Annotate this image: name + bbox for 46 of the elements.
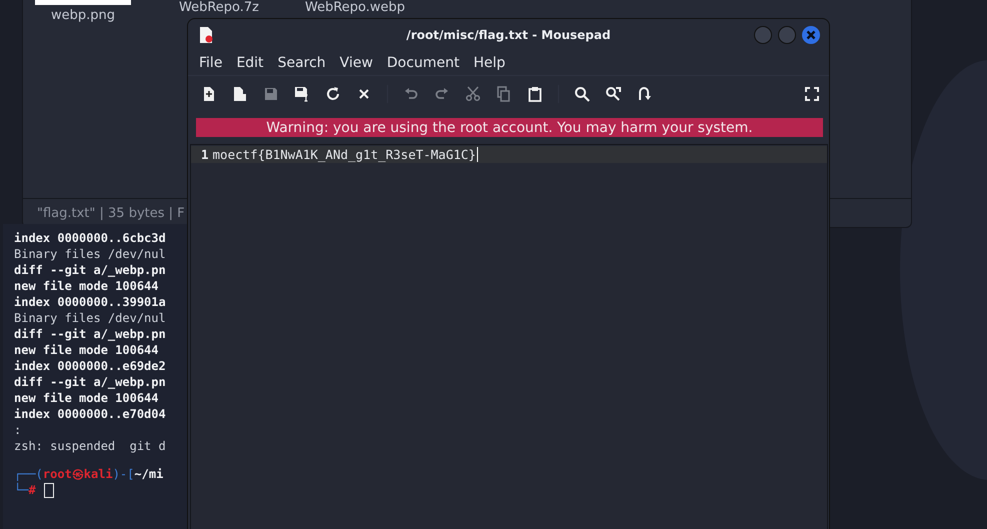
menu-item[interactable]: Search: [278, 55, 326, 71]
terminal-line: Binary files /dev/nul: [14, 246, 167, 262]
editor-text: moectf{B1NwA1K_ANd_g1t_R3seT-MaG1C}: [212, 147, 476, 162]
terminal-line: index 0000000..6cbc3d: [14, 230, 167, 246]
terminal-line: new file mode 100644: [14, 390, 160, 406]
prompt-bracket: )-[: [112, 466, 134, 482]
close-button[interactable]: [802, 26, 820, 44]
text-cursor: [44, 482, 54, 498]
warning-text: Warning: you are using the root account. You may harm your system.: [266, 120, 753, 136]
status-text: "flag.txt" | 35 bytes | F: [37, 206, 185, 220]
terminal-line: diff --git a/_webp.pn: [14, 374, 167, 390]
terminal-line: diff --git a/_webp.pn: [14, 326, 167, 342]
text-area[interactable]: 1 moectf{B1NwA1K_ANd_g1t_R3seT-MaG1C}: [190, 144, 828, 529]
paste-icon[interactable]: [526, 85, 544, 103]
reload-icon[interactable]: [324, 85, 342, 103]
terminal-line: index 0000000..39901a: [14, 294, 167, 310]
find-icon[interactable]: [573, 85, 591, 103]
file-name[interactable]: webp.png: [50, 8, 115, 23]
replace-icon[interactable]: [604, 85, 622, 103]
terminal-line: Binary files /dev/nul: [14, 310, 167, 326]
prompt-user: root㉿kali: [42, 466, 113, 482]
menu-item[interactable]: View: [340, 55, 373, 71]
document-icon: [199, 27, 213, 43]
file-name[interactable]: WebRepo.7z: [179, 0, 259, 15]
menu-item[interactable]: Document: [386, 55, 460, 71]
terminal-line: zsh: suspended git d: [14, 438, 167, 454]
image-thumbnail[interactable]: [35, 0, 131, 5]
terminal-line: :: [14, 422, 22, 438]
terminal-line: new file mode 100644: [14, 342, 160, 358]
prompt-symbol: #: [28, 483, 36, 498]
window-title: /root/misc/flag.txt - Mousepad: [406, 28, 611, 42]
prompt-path: ~/mi: [134, 466, 164, 482]
fullscreen-icon[interactable]: [805, 87, 819, 101]
menu-item[interactable]: Help: [473, 55, 506, 71]
menu-item[interactable]: File: [199, 55, 222, 71]
line-number: 1: [201, 147, 209, 162]
text-cursor: [476, 147, 478, 162]
file-name[interactable]: WebRepo.webp: [304, 0, 406, 15]
terminal-line: index 0000000..e70d04: [14, 406, 167, 422]
terminal-line: new file mode 100644: [14, 278, 160, 294]
prompt-frame: └─: [14, 482, 28, 498]
terminal-line: index 0000000..e69de2: [14, 358, 167, 374]
prompt-frame: ┌──(: [14, 466, 43, 482]
open-icon[interactable]: [231, 85, 249, 103]
terminal-line: diff --git a/_webp.pn: [14, 262, 167, 278]
menu-item[interactable]: Edit: [236, 55, 264, 71]
